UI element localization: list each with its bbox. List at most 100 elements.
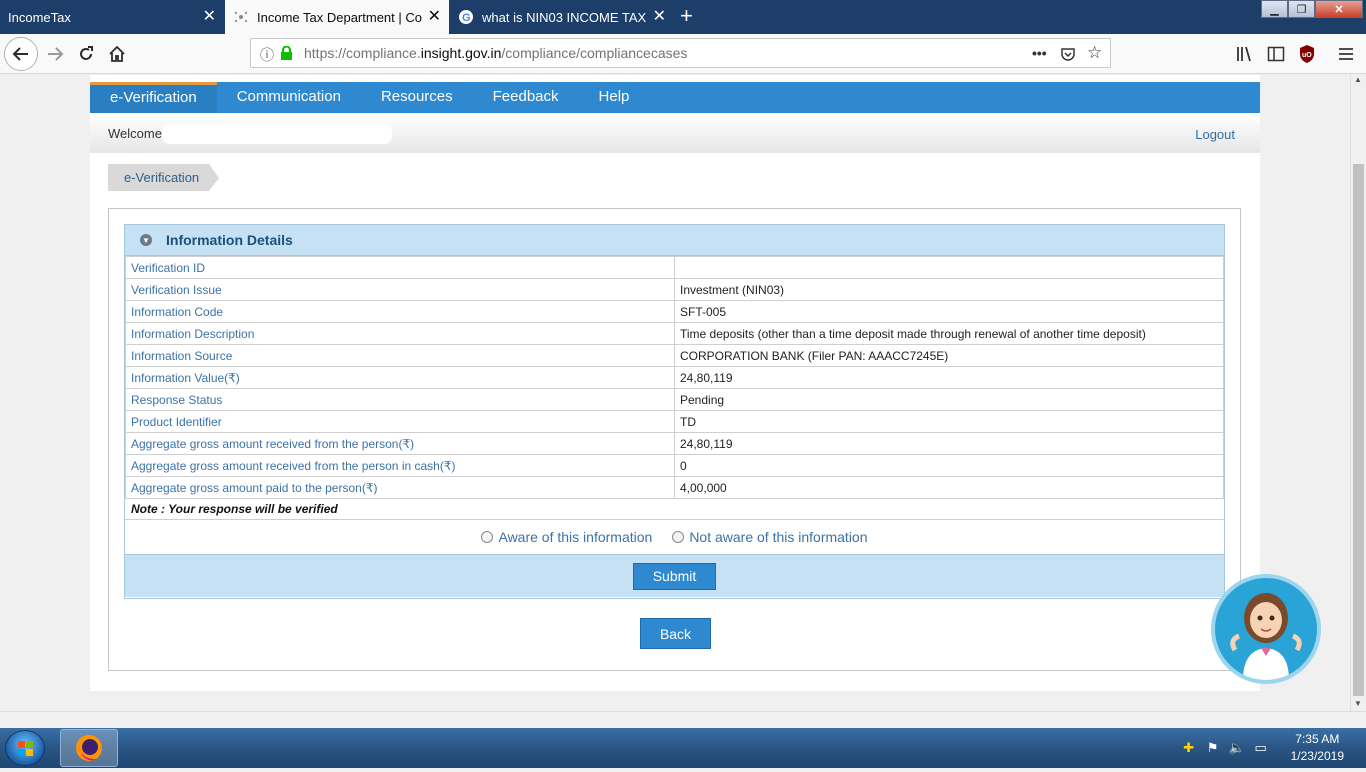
row-value: Investment (NIN03)	[674, 278, 1224, 301]
site-favicon-icon	[234, 11, 248, 23]
row-label: Information Description	[125, 322, 675, 345]
table-row: Aggregate gross amount received from the…	[125, 432, 1224, 455]
hamburger-menu-icon[interactable]	[1338, 46, 1354, 62]
address-bar[interactable]: ⓘ https://compliance.insight.gov.in/comp…	[250, 38, 1111, 68]
scroll-up-icon[interactable]: ▲	[1354, 75, 1362, 84]
windows-taskbar: ✚ ⚑ 🔈 ▭ 7:35 AM 1/23/2019	[0, 728, 1366, 768]
row-value: 24,80,119	[674, 432, 1224, 455]
information-details-panel: ▼ Information Details Verification ID Ver…	[124, 224, 1225, 599]
clock-time: 7:35 AM	[1295, 732, 1340, 746]
panel-title: Information Details	[166, 232, 293, 248]
arrow-right-icon	[48, 47, 64, 61]
table-row: Information Code SFT-005	[125, 300, 1224, 323]
tab-title: IncomeTax	[8, 9, 71, 25]
network-icon[interactable]: ▭	[1253, 740, 1269, 756]
start-button[interactable]	[5, 730, 45, 766]
aware-radio[interactable]: Aware of this information	[481, 529, 652, 545]
browser-tab-strip: IncomeTax ✕ Income Tax Department | Com …	[0, 0, 1366, 34]
row-value: SFT-005	[674, 300, 1224, 323]
url-text: https://compliance.insight.gov.in/compli…	[304, 45, 687, 61]
tab-income-tax-department[interactable]: Income Tax Department | Com ✕	[225, 0, 449, 34]
info-icon[interactable]: ⓘ	[260, 45, 274, 65]
new-tab-button[interactable]: +	[680, 5, 693, 27]
row-value: TD	[674, 410, 1224, 433]
page-actions-icon[interactable]: •••	[1032, 45, 1047, 61]
window-close-button[interactable]: ✕	[1315, 0, 1363, 18]
menu-item-feedback[interactable]: Feedback	[473, 82, 579, 113]
breadcrumb[interactable]: e-Verification	[108, 164, 220, 191]
lock-icon	[281, 46, 292, 60]
minimize-button[interactable]: ▁	[1261, 0, 1288, 18]
home-icon	[109, 45, 125, 62]
taskbar-firefox[interactable]	[60, 729, 118, 767]
action-center-flag-icon[interactable]: ⚑	[1205, 740, 1221, 756]
menu-item-communication[interactable]: Communication	[217, 82, 361, 113]
radio-button[interactable]	[481, 531, 494, 543]
tab-google-search[interactable]: G what is NIN03 INCOME TAX - G ✕	[450, 0, 674, 34]
row-label: Product Identifier	[125, 410, 675, 433]
row-label: Aggregate gross amount received from the…	[125, 454, 675, 477]
radio-button[interactable]	[672, 531, 685, 543]
arrow-left-icon	[12, 47, 28, 61]
ublock-shield-icon[interactable]: uO	[1298, 44, 1316, 64]
tab-title: what is NIN03 INCOME TAX - G	[482, 9, 647, 25]
menu-item-help[interactable]: Help	[579, 82, 650, 113]
submit-button[interactable]: Submit	[633, 562, 716, 590]
tab-incometax[interactable]: IncomeTax ✕	[0, 0, 224, 34]
row-label: Information Code	[125, 300, 675, 323]
row-label: Response Status	[125, 388, 675, 411]
table-row: Aggregate gross amount received from the…	[125, 454, 1224, 477]
close-tab-icon[interactable]: ✕	[428, 9, 441, 25]
clock[interactable]: 7:35 AM 1/23/2019	[1291, 731, 1344, 765]
bookmark-star-icon[interactable]: ☆	[1087, 43, 1102, 63]
row-label: Information Value(₹)	[125, 366, 675, 389]
pocket-icon[interactable]	[1060, 46, 1076, 62]
chat-assistant-avatar[interactable]	[1211, 574, 1321, 684]
radio-label: Aware of this information	[498, 529, 653, 545]
home-button[interactable]	[102, 40, 132, 68]
information-table: Verification ID Verification Issue Investm…	[125, 256, 1224, 499]
library-icon[interactable]	[1236, 45, 1254, 63]
main-menu: e-Verification Communication Resources F…	[90, 82, 1260, 113]
row-value: Pending	[674, 388, 1224, 411]
logout-link[interactable]: Logout	[1195, 127, 1235, 142]
response-options: Aware of this information Not aware of t…	[125, 520, 1224, 555]
forward-button[interactable]	[40, 40, 70, 68]
row-value: 24,80,119	[674, 366, 1224, 389]
table-row: Verification Issue Investment (NIN03)	[125, 278, 1224, 301]
reload-button[interactable]	[71, 40, 101, 68]
row-label: Verification Issue	[125, 278, 675, 301]
scrollbar-thumb[interactable]	[1353, 164, 1364, 696]
firefox-icon	[76, 735, 102, 761]
close-tab-icon[interactable]: ✕	[653, 9, 666, 25]
back-button[interactable]	[4, 37, 38, 71]
table-row: Verification ID	[125, 256, 1224, 279]
back-page-button[interactable]: Back	[640, 618, 711, 649]
volume-icon[interactable]: 🔈	[1229, 740, 1245, 756]
row-value: Time deposits (other than a time deposit…	[674, 322, 1224, 345]
redacted-username	[162, 124, 392, 144]
menu-item-resources[interactable]: Resources	[361, 82, 473, 113]
radio-label: Not aware of this information	[689, 529, 868, 545]
menu-item-e-verification[interactable]: e-Verification	[90, 82, 217, 113]
shield-update-icon[interactable]: ✚	[1181, 740, 1197, 756]
row-value: 4,00,000	[674, 476, 1224, 499]
horizontal-scrollbar[interactable]	[0, 711, 1366, 728]
scroll-down-icon[interactable]: ▼	[1354, 699, 1362, 708]
content-box: ▼ Information Details Verification ID Ver…	[108, 208, 1241, 671]
not-aware-radio[interactable]: Not aware of this information	[672, 529, 868, 545]
row-label: Aggregate gross amount paid to the perso…	[125, 476, 675, 499]
google-icon: G	[459, 10, 473, 24]
url-domain: insight.gov.in	[420, 45, 502, 61]
sidebar-icon[interactable]	[1267, 45, 1285, 63]
chevron-down-icon[interactable]: ▼	[140, 234, 152, 246]
svg-text:G: G	[462, 12, 471, 24]
system-tray: ✚ ⚑ 🔈 ▭ 7:35 AM 1/23/2019	[1177, 728, 1366, 768]
vertical-scrollbar[interactable]: ▲ ▼	[1350, 75, 1366, 711]
maximize-button[interactable]: ❐	[1288, 0, 1315, 18]
close-tab-icon[interactable]: ✕	[203, 9, 216, 25]
panel-header[interactable]: ▼ Information Details	[125, 225, 1224, 256]
row-value: 0	[674, 454, 1224, 477]
table-row: Information Description Time deposits (ot…	[125, 322, 1224, 345]
welcome-bar: Welcome Logout	[90, 113, 1260, 153]
